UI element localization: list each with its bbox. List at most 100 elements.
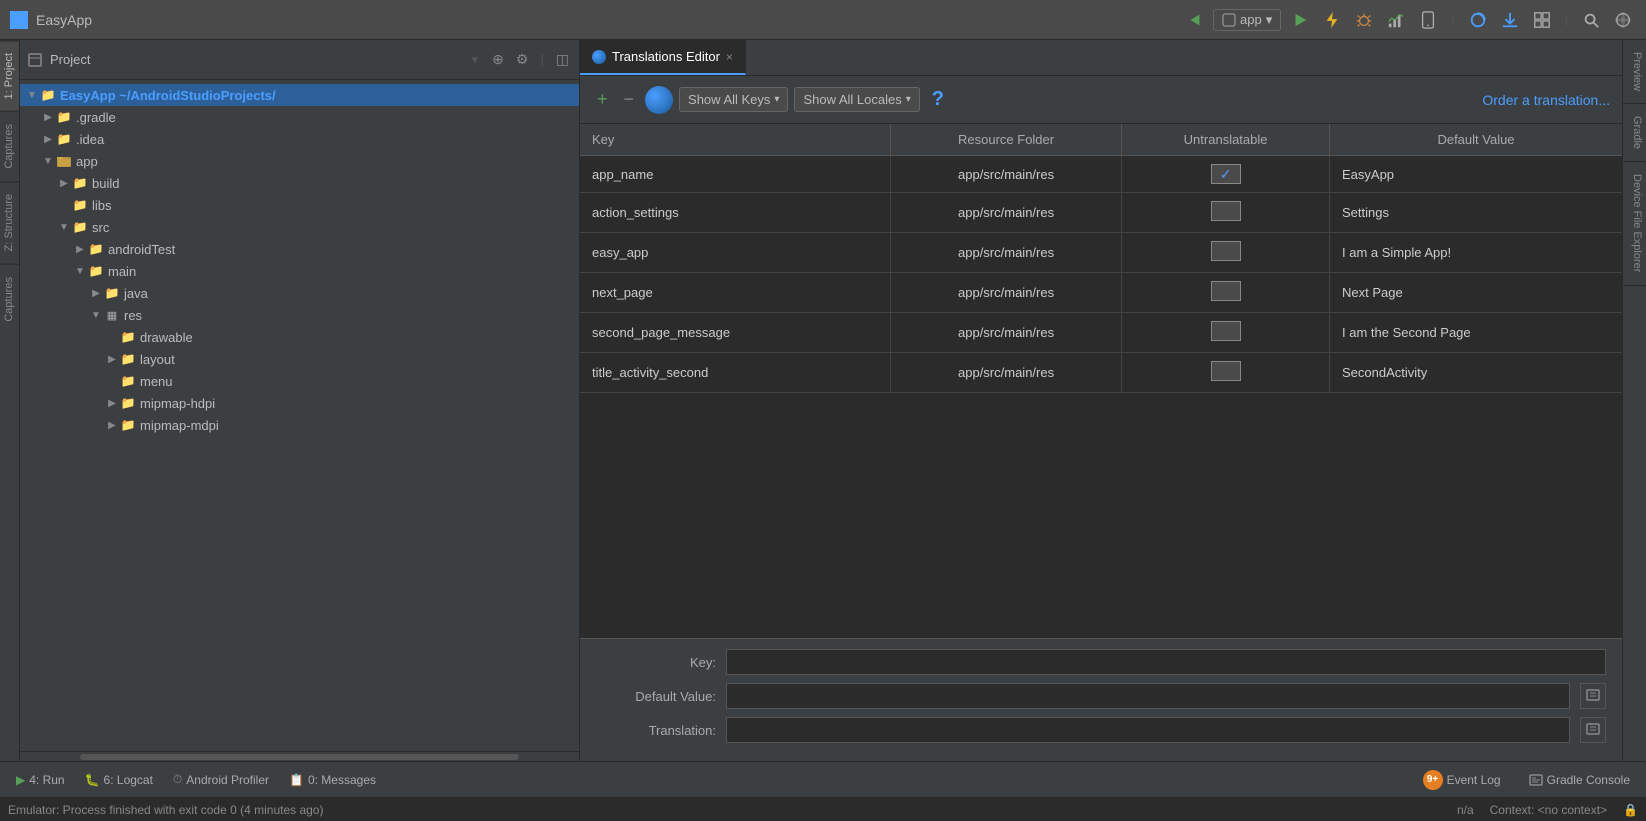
table-row[interactable]: easy_app app/src/main/res I am a Simple … — [580, 233, 1622, 273]
cell-default-value: Next Page — [1330, 273, 1623, 313]
tree-item-layout[interactable]: 📁 layout — [20, 348, 579, 370]
right-sidebar-tabs: Preview Gradle Device File Explorer — [1622, 40, 1646, 761]
tree-item-easyapp[interactable]: 📁 EasyApp ~/AndroidStudioProjects/ — [20, 84, 579, 106]
tree-item-mipmap-mdpi[interactable]: 📁 mipmap-mdpi — [20, 414, 579, 436]
table-row[interactable]: title_activity_second app/src/main/res S… — [580, 353, 1622, 393]
globe-btn[interactable] — [645, 86, 673, 114]
tree-item-idea[interactable]: 📁 .idea — [20, 128, 579, 150]
tree-item-drawable[interactable]: 📁 drawable — [20, 326, 579, 348]
tree-arrow — [72, 263, 88, 279]
translation-input[interactable] — [726, 717, 1570, 743]
event-log-tool[interactable]: 9+ Event Log — [1415, 768, 1509, 792]
default-value-row: Default Value: — [596, 683, 1606, 709]
project-tree: 📁 EasyApp ~/AndroidStudioProjects/ 📁 .gr… — [20, 80, 579, 751]
editor-area: Translations Editor × + − Show All Keys … — [580, 40, 1622, 761]
cell-default-value: Settings — [1330, 193, 1623, 233]
untranslatable-checkbox[interactable] — [1211, 361, 1241, 381]
table-row[interactable]: second_page_message app/src/main/res I a… — [580, 313, 1622, 353]
collapse-panel-btn[interactable]: ◫ — [554, 49, 571, 70]
res-folder-icon: ▦ — [104, 307, 120, 323]
settings-button[interactable] — [1610, 9, 1636, 31]
folder-icon: 📁 — [72, 219, 88, 235]
order-translation-link[interactable]: Order a translation... — [1482, 92, 1610, 108]
tree-item-src[interactable]: 📁 src — [20, 216, 579, 238]
tree-item-build[interactable]: 📁 build — [20, 172, 579, 194]
tree-item-res[interactable]: ▦ res — [20, 304, 579, 326]
cell-resource-folder: app/src/main/res — [890, 233, 1121, 273]
default-value-input[interactable] — [726, 683, 1570, 709]
table-row[interactable]: next_page app/src/main/res Next Page — [580, 273, 1622, 313]
default-value-expand-btn[interactable] — [1580, 683, 1606, 709]
tree-label-layout: layout — [140, 352, 175, 367]
add-panel-btn[interactable]: ⊕ — [490, 49, 506, 70]
folder-icon: 📁 — [120, 395, 136, 411]
messages-tool[interactable]: 📋 0: Messages — [281, 771, 384, 789]
show-all-locales-btn[interactable]: Show All Locales ▾ — [794, 87, 919, 112]
folder-icon: 📁 — [120, 417, 136, 433]
run-tool[interactable]: ▶ 4: Run — [8, 771, 73, 789]
tree-item-mipmap-hdpi[interactable]: 📁 mipmap-hdpi — [20, 392, 579, 414]
tree-item-androidtest[interactable]: 📁 androidTest — [20, 238, 579, 260]
tree-item-java[interactable]: 📁 java — [20, 282, 579, 304]
tab-close-btn[interactable]: × — [726, 50, 733, 64]
profile-button[interactable] — [1383, 9, 1409, 31]
profiler-icon: ⏱ — [173, 772, 182, 787]
event-log-label: Event Log — [1447, 773, 1501, 787]
cell-key: title_activity_second — [580, 353, 890, 393]
analyze-button[interactable] — [1465, 9, 1491, 31]
tree-item-libs[interactable]: 📁 libs — [20, 194, 579, 216]
table-row[interactable]: app_name app/src/main/res EasyApp — [580, 156, 1622, 193]
search-button[interactable] — [1578, 9, 1604, 31]
tree-item-app[interactable]: app — [20, 150, 579, 172]
translations-editor-tab[interactable]: Translations Editor × — [580, 40, 746, 75]
more-tools-button[interactable] — [1529, 9, 1555, 31]
settings-panel-btn[interactable]: ⚙ — [514, 49, 531, 70]
tree-item-gradle[interactable]: 📁 .gradle — [20, 106, 579, 128]
cell-resource-folder: app/src/main/res — [890, 353, 1121, 393]
translation-expand-btn[interactable] — [1580, 717, 1606, 743]
tree-label-mipmap-mdpi: mipmap-mdpi — [140, 418, 219, 433]
editor-tab-bar: Translations Editor × — [580, 40, 1622, 76]
debug-button[interactable] — [1351, 9, 1377, 31]
help-btn[interactable]: ? — [926, 86, 950, 113]
run-button[interactable] — [1287, 9, 1313, 31]
back-button[interactable] — [1181, 9, 1207, 31]
show-all-keys-label: Show All Keys — [688, 92, 770, 107]
cell-default-value: I am the Second Page — [1330, 313, 1623, 353]
cell-resource-folder: app/src/main/res — [890, 156, 1121, 193]
project-panel-title: Project — [50, 52, 460, 67]
right-tab-preview[interactable]: Preview — [1623, 40, 1646, 104]
sidebar-tab-structure[interactable]: Z: Structure — [0, 181, 19, 263]
folder-icon: 📁 — [120, 373, 136, 389]
tree-arrow — [104, 395, 120, 411]
untranslatable-checkbox[interactable] — [1211, 241, 1241, 261]
tree-label-drawable: drawable — [140, 330, 193, 345]
logcat-tool[interactable]: 🐛 6: Logcat — [77, 771, 161, 789]
tree-arrow — [72, 241, 88, 257]
show-all-keys-btn[interactable]: Show All Keys ▾ — [679, 87, 788, 112]
sidebar-tab-favorites[interactable]: Captures — [0, 111, 19, 181]
app-dropdown[interactable]: app ▾ — [1213, 9, 1281, 31]
download-button[interactable] — [1497, 9, 1523, 31]
gradle-console-tool[interactable]: Gradle Console — [1521, 771, 1638, 789]
profiler-tool[interactable]: ⏱ Android Profiler — [165, 770, 277, 789]
tree-label-idea: .idea — [76, 132, 104, 147]
untranslatable-checkbox[interactable] — [1211, 164, 1241, 184]
sidebar-tab-project[interactable]: 1: Project — [0, 40, 19, 111]
key-input[interactable] — [726, 649, 1606, 675]
right-tab-gradle[interactable]: Gradle — [1623, 104, 1646, 162]
device-button[interactable] — [1415, 9, 1441, 31]
remove-translation-btn[interactable]: − — [619, 86, 640, 113]
right-tab-device-file-explorer[interactable]: Device File Explorer — [1623, 162, 1646, 285]
untranslatable-checkbox[interactable] — [1211, 201, 1241, 221]
tree-item-menu[interactable]: 📁 menu — [20, 370, 579, 392]
sidebar-tab-captures[interactable]: Captures — [0, 264, 19, 334]
untranslatable-checkbox[interactable] — [1211, 321, 1241, 341]
add-translation-btn[interactable]: + — [592, 86, 613, 113]
col-resource-folder: Resource Folder — [890, 124, 1121, 156]
tree-label-gradle: .gradle — [76, 110, 116, 125]
tree-item-main[interactable]: 📁 main — [20, 260, 579, 282]
table-row[interactable]: action_settings app/src/main/res Setting… — [580, 193, 1622, 233]
lightning-button[interactable] — [1319, 9, 1345, 31]
untranslatable-checkbox[interactable] — [1211, 281, 1241, 301]
